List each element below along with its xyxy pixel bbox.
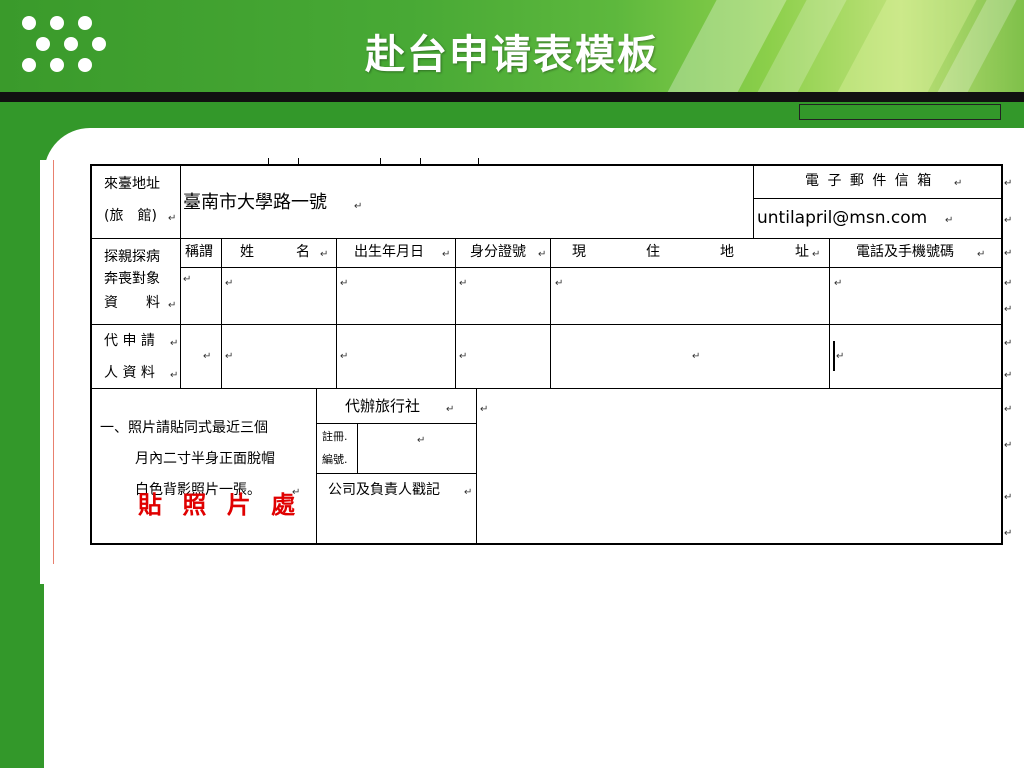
header-title-col: 稱謂 <box>185 244 213 260</box>
photo-instruction: 一、照片請貼同式最近三個 <box>100 420 268 436</box>
tab-tick <box>268 158 269 165</box>
form-border-top <box>90 164 1003 166</box>
agency-title: 代辦旅行社 <box>345 397 421 415</box>
form-rule <box>550 238 551 388</box>
return-mark: ↵ <box>1004 404 1013 415</box>
return-mark: ↵ <box>1004 215 1013 226</box>
visit-id-cell[interactable]: ↵ <box>459 276 467 292</box>
registration-label: 編號. <box>322 453 348 466</box>
form-rule <box>316 388 317 544</box>
header-addr-char: 址 <box>795 244 809 260</box>
form-rule <box>90 324 1002 325</box>
header-birth-col: 出生年月日 <box>354 244 424 260</box>
document-edge <box>40 160 54 584</box>
header-id-col: 身分證號 <box>470 244 526 260</box>
registration-label: 註冊. <box>322 430 348 443</box>
return-mark: ↵ <box>945 215 954 226</box>
seal-label: 公司及負責人戳記 <box>328 482 440 498</box>
return-mark: ↵ <box>170 370 179 381</box>
email-value: untilapril@msn.com <box>757 208 928 228</box>
photo-instruction: 月內二寸半身正面脫帽 <box>135 451 275 467</box>
slide-title: 赴台申请表模板 <box>365 32 659 78</box>
return-mark: ↵ <box>812 249 821 260</box>
agent-section-label: 代 申 請 <box>104 333 155 349</box>
form-rule <box>455 238 456 388</box>
form-border-bottom <box>90 543 1003 545</box>
form-rule <box>829 238 830 388</box>
agent-address-cell[interactable]: ↵ <box>692 349 700 365</box>
agent-phone-cell[interactable]: ↵ <box>836 349 844 365</box>
return-mark: ↵ <box>1004 304 1013 315</box>
visit-section-label: 探親探病 <box>104 249 160 265</box>
form-rule <box>90 388 1002 389</box>
address-label-hotel: (旅 館) <box>104 208 157 224</box>
header-name-col: 姓 名 <box>240 244 310 260</box>
visit-section-label: 奔喪對象 <box>104 271 160 287</box>
form-rule <box>90 238 1002 239</box>
form-border-right <box>1001 164 1003 545</box>
form-rule <box>180 267 1002 268</box>
visit-title-cell[interactable]: ↵ <box>183 272 191 288</box>
return-mark: ↵ <box>170 338 179 349</box>
tab-tick <box>478 158 479 165</box>
form-rule <box>336 238 337 388</box>
agent-id-cell[interactable]: ↵ <box>459 349 467 365</box>
header-addr-char: 住 <box>646 244 660 260</box>
address-label: 來臺地址 <box>104 176 160 192</box>
return-mark: ↵ <box>442 249 451 260</box>
return-mark: ↵ <box>354 201 363 212</box>
return-mark: ↵ <box>446 404 455 415</box>
agent-birth-cell[interactable]: ↵ <box>340 349 348 365</box>
return-mark: ↵ <box>1004 338 1013 349</box>
tab-tick <box>380 158 381 165</box>
form-border-left <box>90 164 92 545</box>
form-rule <box>357 423 358 473</box>
return-mark: ↵ <box>538 249 547 260</box>
return-mark: ↵ <box>1004 178 1013 189</box>
visit-name-cell[interactable]: ↵ <box>225 276 233 292</box>
return-mark: ↵ <box>1004 440 1013 451</box>
visit-address-cell[interactable]: ↵ <box>555 276 563 292</box>
visit-phone-cell[interactable]: ↵ <box>834 276 842 292</box>
email-label: 電 子 郵 件 信 箱 <box>805 173 934 189</box>
header-divider-black <box>0 92 1024 102</box>
registration-number-cell[interactable]: ↵ <box>417 433 425 449</box>
header-outline-box <box>799 104 1001 120</box>
form-rule <box>753 164 754 238</box>
return-mark: ↵ <box>1004 528 1013 539</box>
address-value: 臺南市大學路一號 <box>183 192 327 213</box>
header-addr-char: 地 <box>720 244 734 260</box>
header-addr-char: 現 <box>572 244 586 260</box>
margin-red-line <box>53 160 54 564</box>
form-rule <box>753 198 1002 199</box>
return-mark: ↵ <box>1004 370 1013 381</box>
return-mark: ↵ <box>1004 248 1013 259</box>
agent-section-label: 人 資 料 <box>104 365 155 381</box>
tab-tick <box>298 158 299 165</box>
return-mark: ↵ <box>320 249 329 260</box>
photo-placeholder-stamp: 貼 照 片 處 <box>138 490 302 519</box>
return-mark: ↵ <box>1004 278 1013 289</box>
form-rule <box>316 473 476 474</box>
header-phone-col: 電話及手機號碼 <box>856 244 954 260</box>
visit-birth-cell[interactable]: ↵ <box>340 276 348 292</box>
return-mark: ↵ <box>464 487 473 498</box>
agent-name-cell[interactable]: ↵ <box>225 349 233 365</box>
agency-info-cell[interactable]: ↵ <box>480 402 488 418</box>
left-green-bar <box>0 128 44 768</box>
return-mark: ↵ <box>168 213 177 224</box>
visit-section-label: 資 料 <box>104 295 160 311</box>
form-rule <box>180 164 181 388</box>
form-rule <box>221 238 222 388</box>
form-rule <box>476 388 477 544</box>
text-cursor <box>833 341 835 371</box>
agent-title-cell[interactable]: ↵ <box>203 349 211 365</box>
return-mark: ↵ <box>954 178 963 189</box>
slide-header: 赴台申请表模板 <box>0 0 1024 92</box>
return-mark: ↵ <box>1004 492 1013 503</box>
return-mark: ↵ <box>977 249 986 260</box>
return-mark: ↵ <box>168 300 177 311</box>
form-rule <box>316 423 476 424</box>
tab-tick <box>420 158 421 165</box>
